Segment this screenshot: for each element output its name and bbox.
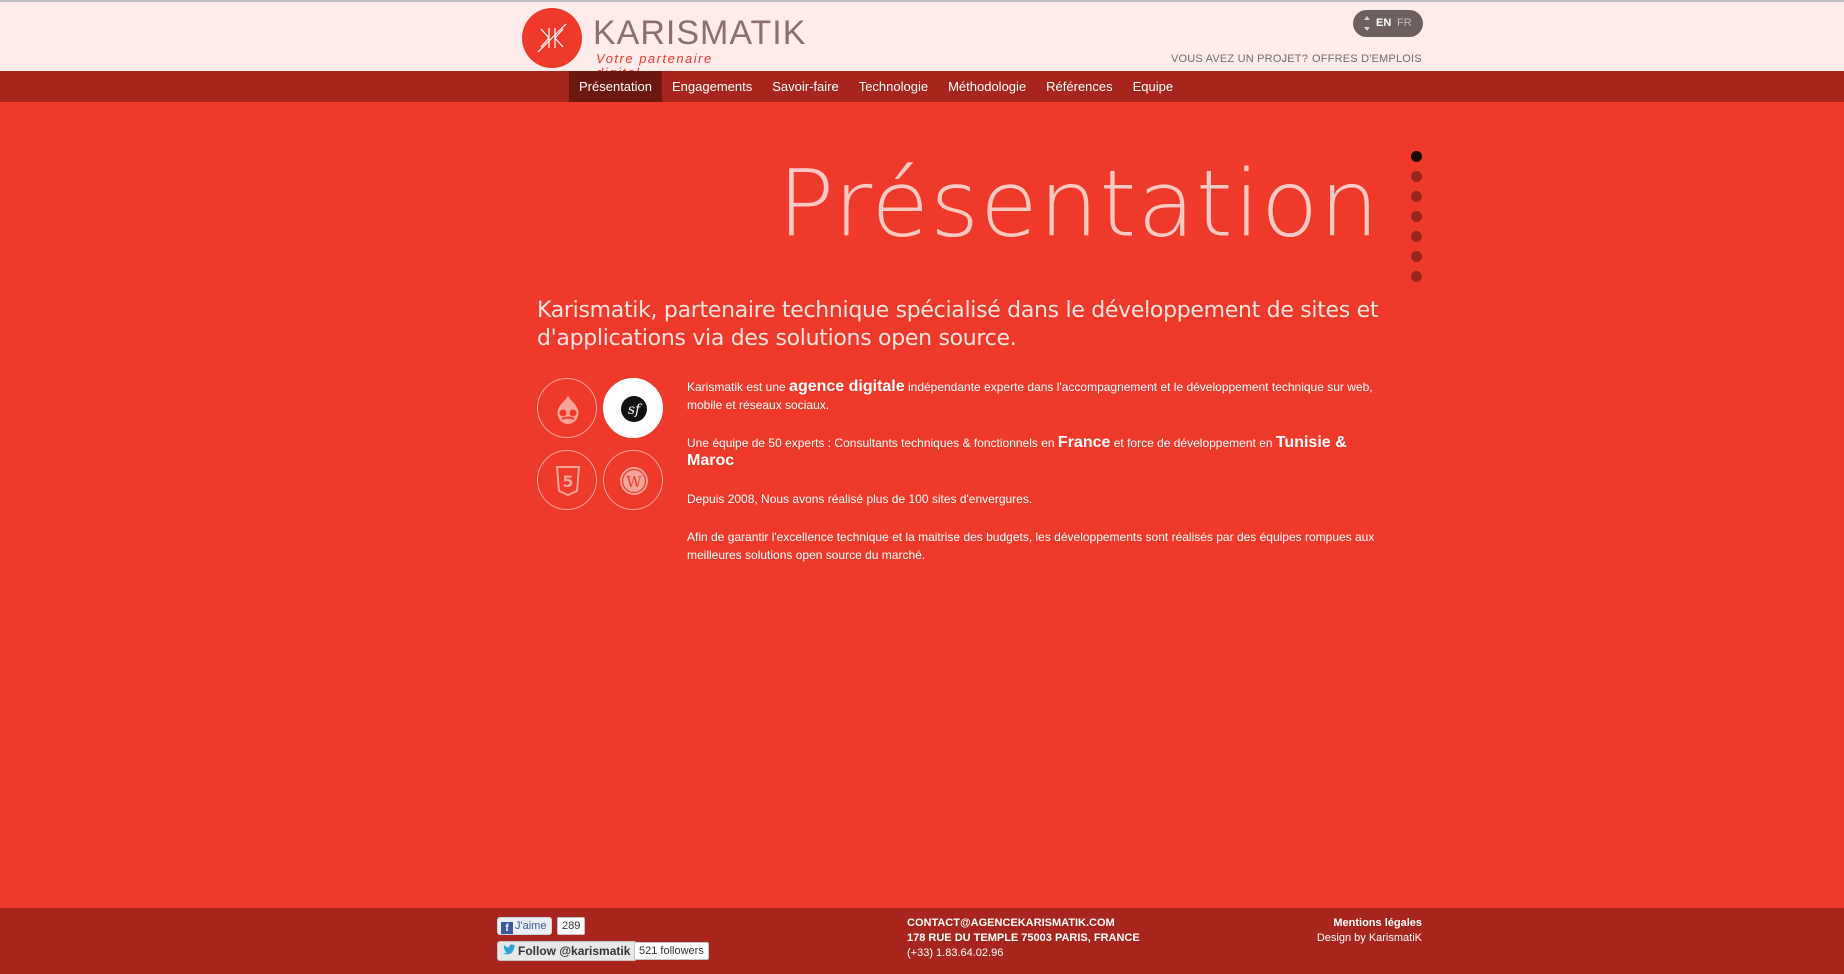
twitter-follow-button[interactable]: Follow @karismatik (497, 941, 638, 961)
site-logo[interactable]: KARISMATIK Votre partenaire digital (522, 8, 805, 80)
technology-icons: sf 5 W (537, 378, 665, 510)
contact-info: CONTACT@AGENCEKARISMATIK.COM 178 RUE DU … (907, 916, 1140, 961)
nav-item-methodologie[interactable]: Méthodologie (938, 71, 1036, 102)
section-dot-3[interactable] (1411, 191, 1422, 202)
main-nav: Présentation Engagements Savoir-faire Te… (0, 71, 1844, 102)
nav-item-references[interactable]: Références (1036, 71, 1122, 102)
project-link[interactable]: VOUS AVEZ UN PROJET? (1171, 53, 1308, 65)
section-dot-1[interactable] (1411, 151, 1422, 162)
wordpress-icon: W (603, 450, 663, 510)
contact-email[interactable]: CONTACT@AGENCEKARISMATIK.COM (907, 916, 1140, 931)
language-switcher[interactable]: EN FR (1353, 10, 1423, 37)
symfony-icon: sf (603, 378, 663, 438)
nav-item-presentation[interactable]: Présentation (569, 71, 662, 102)
design-credit: Design by KarismatiK (1316, 932, 1422, 944)
page-subtitle: Karismatik, partenaire technique spécial… (537, 298, 1379, 351)
section-dot-2[interactable] (1411, 171, 1422, 182)
presentation-text: Karismatik est une agence digitale indép… (687, 378, 1387, 584)
contact-address: 178 RUE DU TEMPLE 75003 PARIS, FRANCE (907, 932, 1140, 944)
karismatik-logo-icon (522, 8, 582, 68)
team-paragraph: Une équipe de 50 experts : Consultants t… (687, 434, 1347, 469)
intro-paragraph: Karismatik est une agence digitale indép… (687, 378, 1373, 412)
jobs-link[interactable]: OFFRES D'EMPLOIS (1312, 53, 1422, 65)
lang-option-en[interactable]: EN (1376, 10, 1391, 37)
legal-info: Mentions légales Design by KarismatiK (1250, 916, 1422, 946)
site-header: KARISMATIK Votre partenaire digital EN F… (0, 0, 1844, 80)
lang-option-fr[interactable]: FR (1397, 10, 1412, 37)
nav-item-savoir-faire[interactable]: Savoir-faire (762, 71, 848, 102)
section-dot-7[interactable] (1411, 271, 1422, 282)
section-dots (1411, 151, 1422, 282)
svg-text:W: W (626, 473, 642, 491)
nav-list: Présentation Engagements Savoir-faire Te… (569, 71, 1183, 102)
nav-item-engagements[interactable]: Engagements (662, 71, 762, 102)
facebook-like-count: 289 (557, 917, 586, 935)
section-dot-5[interactable] (1411, 231, 1422, 242)
svg-text:5: 5 (562, 472, 573, 491)
nav-item-equipe[interactable]: Equipe (1123, 71, 1183, 102)
logo-wordmark: KARISMATIK (593, 14, 807, 52)
nav-item-technologie[interactable]: Technologie (849, 71, 938, 102)
section-dot-6[interactable] (1411, 251, 1422, 262)
html5-icon: 5 (537, 450, 597, 510)
history-paragraph: Depuis 2008, Nous avons réalisé plus de … (687, 492, 1033, 506)
twitter-follower-count: 521 followers (634, 942, 709, 960)
quality-paragraph: Afin de garantir l'excellence technique … (687, 530, 1375, 562)
twitter-bird-icon (503, 944, 516, 955)
legal-mentions-link[interactable]: Mentions légales (1250, 916, 1422, 931)
site-footer: f J'aime 289 Follow @karismatik 521 follo… (0, 908, 1844, 974)
drupal-icon (537, 378, 597, 438)
sort-arrows-icon (1364, 16, 1370, 31)
page-title: Présentation (777, 151, 1380, 258)
facebook-like-button[interactable]: f J'aime (497, 917, 553, 935)
facebook-icon: f (501, 922, 513, 934)
contact-phone: (+33) 1.83.64.02.96 (907, 947, 1004, 959)
section-dot-4[interactable] (1411, 211, 1422, 222)
